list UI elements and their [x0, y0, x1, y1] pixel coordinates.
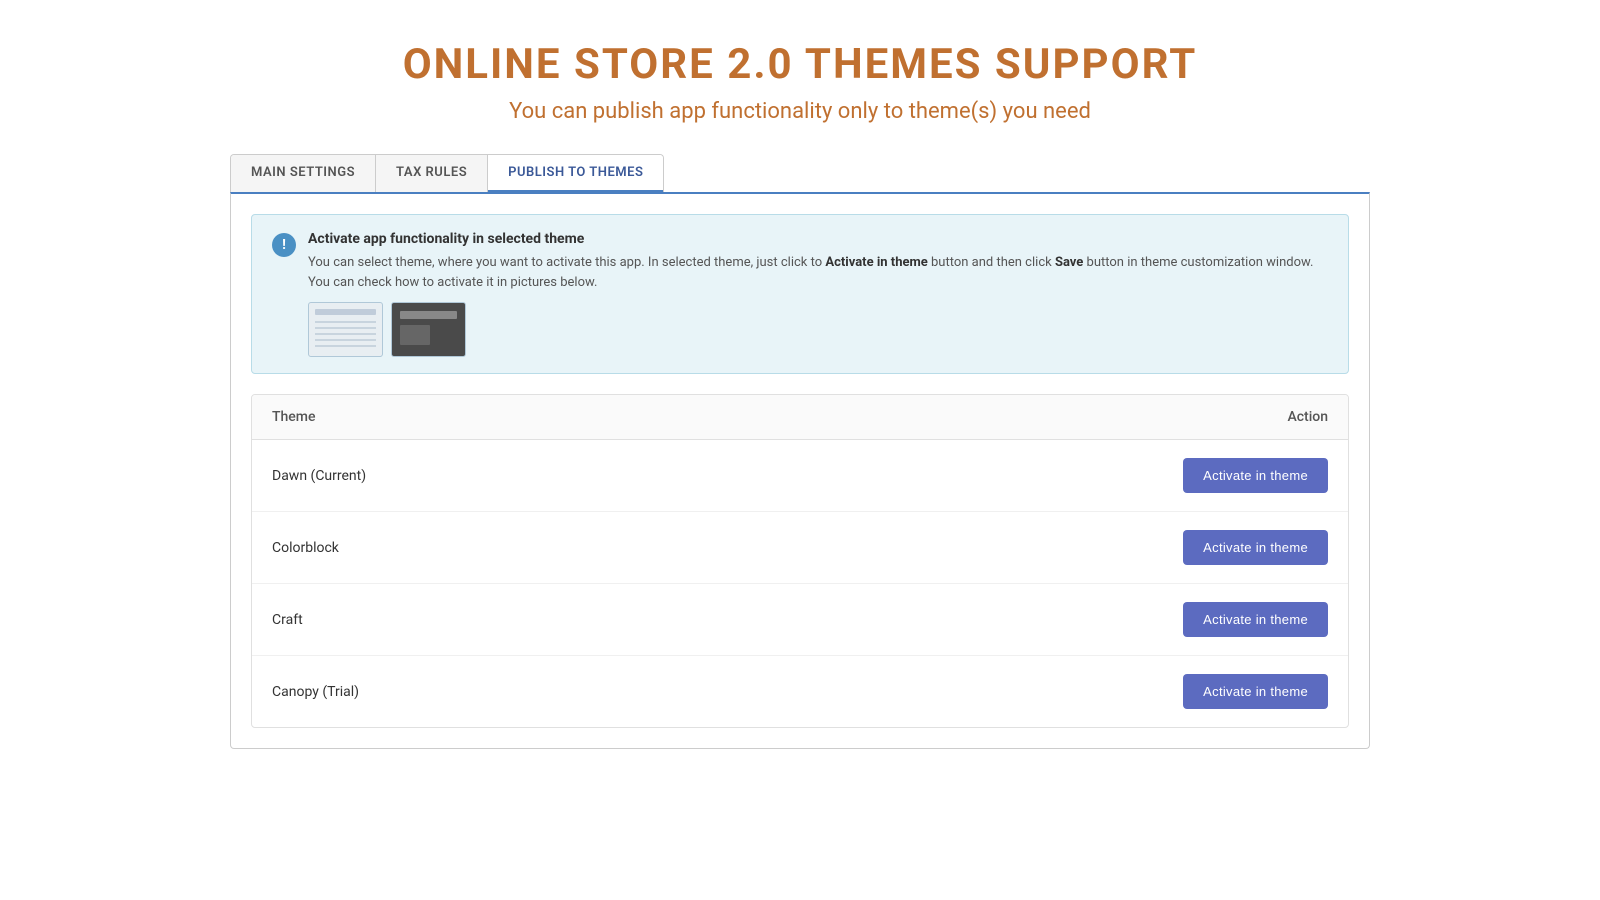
info-desc-text1: You can select theme, where you want to …: [308, 255, 825, 270]
activate-theme-dawn-button[interactable]: Activate in theme: [1183, 458, 1328, 493]
table-header: Theme Action: [252, 395, 1348, 440]
theme-name-canopy: Canopy (Trial): [272, 684, 359, 700]
thumbnail-2: [391, 302, 466, 357]
main-container: MAIN SETTINGS TAX RULES PUBLISH TO THEME…: [150, 154, 1450, 749]
page-subtitle: You can publish app functionality only t…: [20, 99, 1580, 124]
activate-theme-colorblock-button[interactable]: Activate in theme: [1183, 530, 1328, 565]
info-desc-text2: button and then click: [928, 255, 1055, 270]
save-bold: Save: [1055, 255, 1083, 270]
theme-name-craft: Craft: [272, 612, 303, 628]
table-row: Colorblock Activate in theme: [252, 512, 1348, 584]
tab-main-settings[interactable]: MAIN SETTINGS: [231, 155, 376, 192]
page-header: ONLINE STORE 2.0 THEMES SUPPORT You can …: [0, 0, 1600, 154]
table-row: Craft Activate in theme: [252, 584, 1348, 656]
info-desc-line2: You can check how to activate it in pict…: [308, 275, 597, 290]
theme-name-colorblock: Colorblock: [272, 540, 339, 556]
thumbnail-1: [308, 302, 383, 357]
activate-in-theme-bold: Activate in theme: [825, 255, 927, 270]
col-action-label: Action: [1287, 409, 1328, 425]
info-box: ! Activate app functionality in selected…: [251, 214, 1349, 374]
page-title: ONLINE STORE 2.0 THEMES SUPPORT: [20, 40, 1580, 89]
tabs-bar: MAIN SETTINGS TAX RULES PUBLISH TO THEME…: [230, 154, 664, 192]
info-desc-text3: button in theme customization window.: [1083, 255, 1313, 270]
info-title: Activate app functionality in selected t…: [308, 231, 1328, 247]
activate-theme-canopy-button[interactable]: Activate in theme: [1183, 674, 1328, 709]
tab-publish-to-themes[interactable]: PUBLISH TO THEMES: [488, 155, 663, 192]
col-theme-label: Theme: [272, 409, 316, 425]
info-icon: !: [272, 233, 296, 257]
tabs-wrapper: MAIN SETTINGS TAX RULES PUBLISH TO THEME…: [230, 154, 1370, 192]
table-row: Dawn (Current) Activate in theme: [252, 440, 1348, 512]
activate-theme-craft-button[interactable]: Activate in theme: [1183, 602, 1328, 637]
tab-tax-rules[interactable]: TAX RULES: [376, 155, 488, 192]
info-description: You can select theme, where you want to …: [308, 253, 1328, 292]
content-area: ! Activate app functionality in selected…: [230, 192, 1370, 749]
thumbnail-row: [308, 302, 1328, 357]
table-row: Canopy (Trial) Activate in theme: [252, 656, 1348, 727]
theme-name-dawn: Dawn (Current): [272, 468, 366, 484]
info-content: Activate app functionality in selected t…: [308, 231, 1328, 357]
themes-table: Theme Action Dawn (Current) Activate in …: [251, 394, 1349, 728]
